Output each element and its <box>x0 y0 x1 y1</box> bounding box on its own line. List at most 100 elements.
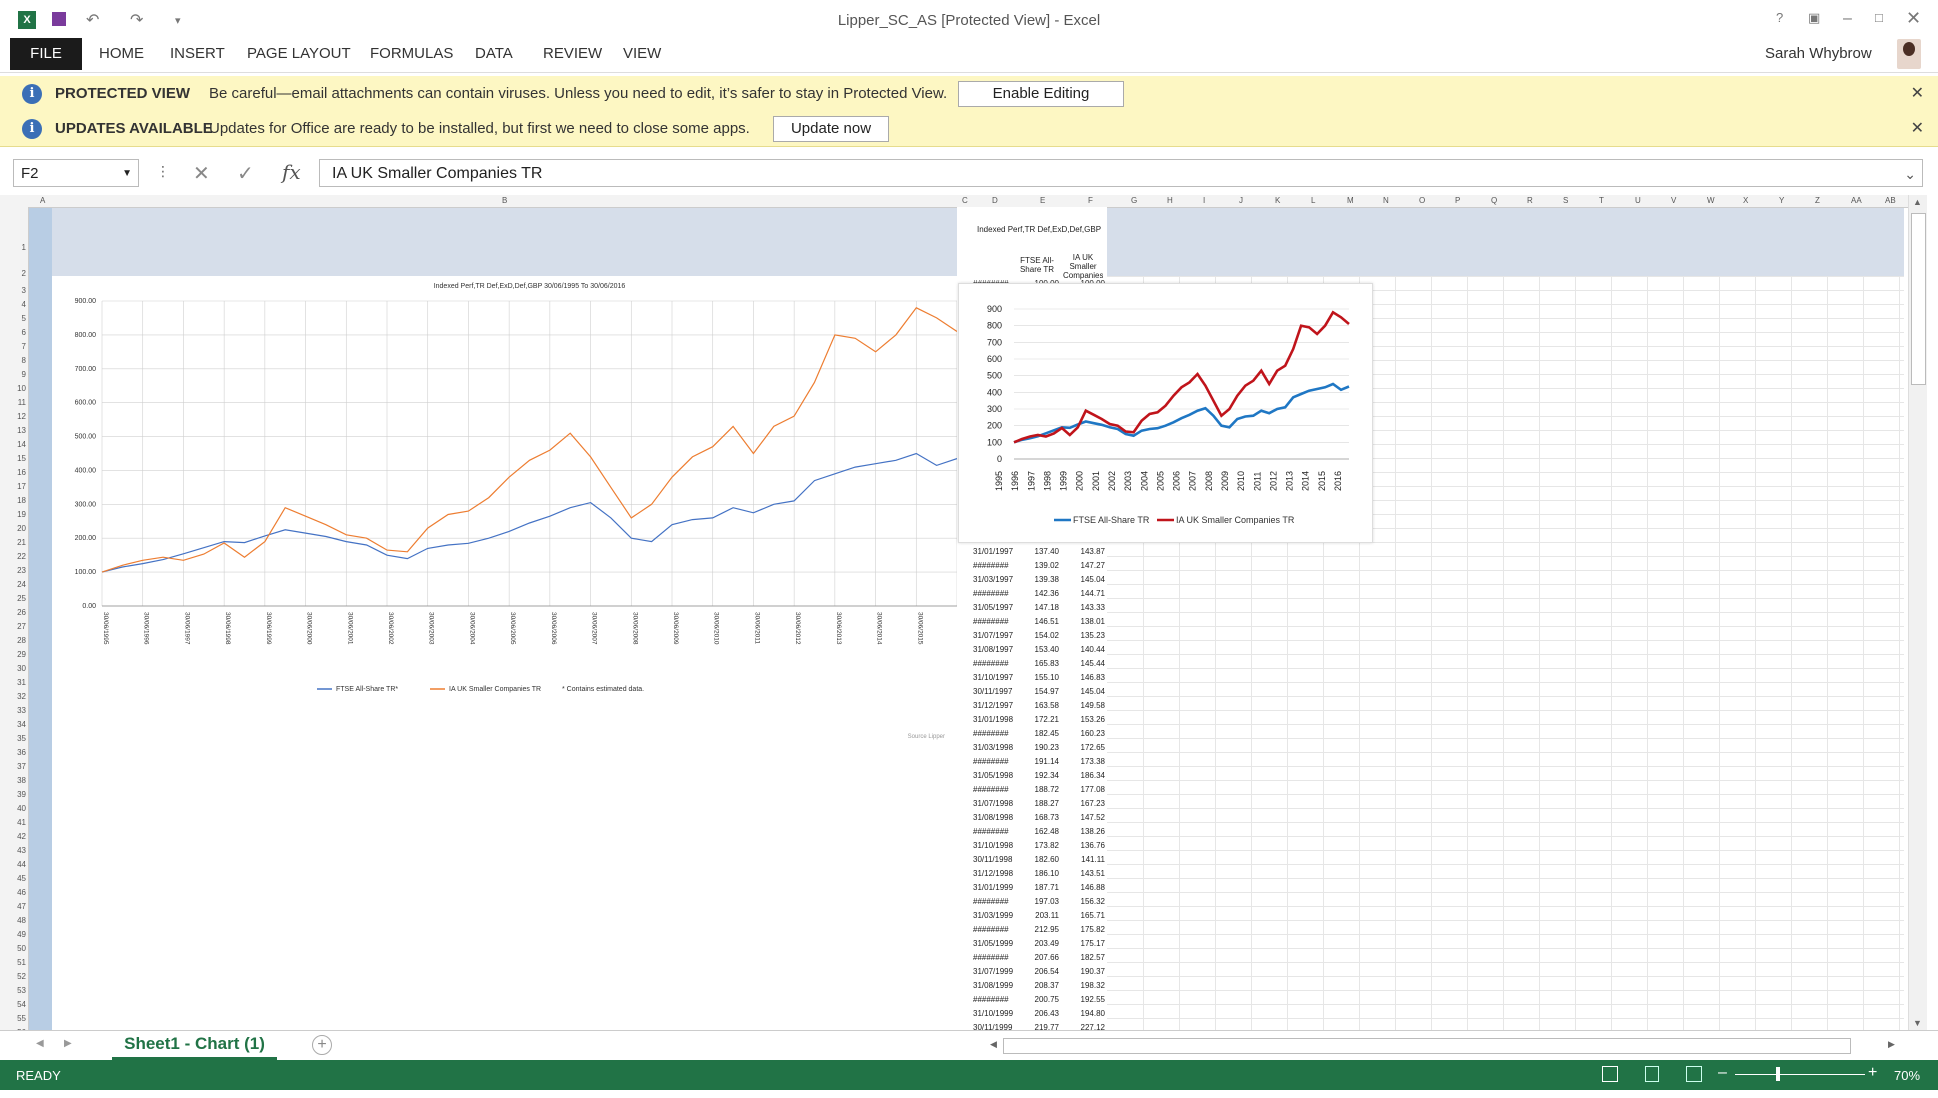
row-header[interactable]: 29 <box>0 650 26 659</box>
selected-column-a[interactable] <box>29 207 52 1030</box>
avatar[interactable] <box>1897 39 1921 69</box>
table-cell-smaller[interactable]: 145.04 <box>1055 575 1105 584</box>
table-cell-ftse[interactable]: 188.72 <box>1009 785 1059 794</box>
scroll-up-icon[interactable]: ▲ <box>1913 197 1922 207</box>
table-cell-smaller[interactable]: 182.57 <box>1055 953 1105 962</box>
table-cell-smaller[interactable]: 144.71 <box>1055 589 1105 598</box>
table-cell-smaller[interactable]: 173.38 <box>1055 757 1105 766</box>
row-header[interactable]: 33 <box>0 706 26 715</box>
table-cell-date[interactable]: 31/01/1999 <box>973 883 1013 892</box>
table-cell-ftse[interactable]: 142.36 <box>1009 589 1059 598</box>
enable-editing-button[interactable]: Enable Editing <box>958 81 1124 107</box>
row-header[interactable]: 5 <box>0 314 26 323</box>
row-header[interactable]: 55 <box>0 1014 26 1023</box>
page-layout-view-icon[interactable] <box>1645 1066 1659 1082</box>
table-cell-smaller[interactable]: 146.83 <box>1055 673 1105 682</box>
row-header[interactable]: 11 <box>0 398 26 407</box>
table-cell-ftse[interactable]: 208.37 <box>1009 981 1059 990</box>
table-cell-smaller[interactable]: 186.34 <box>1055 771 1105 780</box>
close-updates-bar-icon[interactable]: ✕ <box>1911 118 1924 138</box>
column-header[interactable]: J <box>1239 196 1243 205</box>
row-header[interactable]: 2 <box>0 269 26 278</box>
row-header[interactable]: 30 <box>0 664 26 673</box>
table-cell-ftse[interactable]: 139.38 <box>1009 575 1059 584</box>
row-header[interactable]: 34 <box>0 720 26 729</box>
table-cell-date[interactable]: 31/01/1997 <box>973 547 1013 556</box>
table-cell-date[interactable]: 31/10/1997 <box>973 673 1013 682</box>
table-cell-ftse[interactable]: 173.82 <box>1009 841 1059 850</box>
table-cell-ftse[interactable]: 168.73 <box>1009 813 1059 822</box>
table-cell-ftse[interactable]: 203.49 <box>1009 939 1059 948</box>
column-header[interactable]: N <box>1383 196 1389 205</box>
table-cell-ftse[interactable]: 186.10 <box>1009 869 1059 878</box>
minimize-icon[interactable]: – <box>1843 10 1852 28</box>
column-header[interactable]: D <box>992 196 998 205</box>
cancel-icon[interactable]: ✕ <box>193 161 210 186</box>
page-break-view-icon[interactable] <box>1686 1066 1702 1082</box>
scroll-right-icon[interactable]: ▶ <box>1888 1039 1895 1050</box>
row-header[interactable]: 10 <box>0 384 26 393</box>
row-header[interactable]: 4 <box>0 300 26 309</box>
row-header[interactable]: 49 <box>0 930 26 939</box>
column-header[interactable]: O <box>1419 196 1425 205</box>
row-header[interactable]: 31 <box>0 678 26 687</box>
row-header[interactable]: 53 <box>0 986 26 995</box>
table-cell-smaller[interactable]: 140.44 <box>1055 645 1105 654</box>
table-cell-smaller[interactable]: 153.26 <box>1055 715 1105 724</box>
row-header[interactable]: 39 <box>0 790 26 799</box>
chevron-down-icon[interactable]: ▼ <box>122 160 132 188</box>
table-cell-smaller[interactable]: 141.11 <box>1055 855 1105 864</box>
zoom-level[interactable]: 70% <box>1894 1068 1920 1083</box>
table-cell-ftse[interactable]: 191.14 <box>1009 757 1059 766</box>
table-cell-ftse[interactable]: 182.60 <box>1009 855 1059 864</box>
table-cell-date[interactable]: 31/08/1998 <box>973 813 1013 822</box>
table-cell-date[interactable]: 31/05/1997 <box>973 603 1013 612</box>
table-cell-date[interactable]: ######## <box>973 953 1013 962</box>
table-cell-ftse[interactable]: 200.75 <box>1009 995 1059 1004</box>
small-line-chart[interactable]: 900 800 700 600 500 400 300 200 100 0 1995 1996 1997… <box>958 283 1373 543</box>
table-cell-date[interactable]: 31/05/1998 <box>973 771 1013 780</box>
table-cell-ftse[interactable]: 154.02 <box>1009 631 1059 640</box>
row-header[interactable]: 21 <box>0 538 26 547</box>
table-cell-ftse[interactable]: 153.40 <box>1009 645 1059 654</box>
horizontal-scrollbar[interactable] <box>1003 1038 1851 1054</box>
column-header[interactable]: B <box>502 196 507 205</box>
column-header[interactable]: H <box>1167 196 1173 205</box>
row-header[interactable]: 32 <box>0 692 26 701</box>
table-cell-ftse[interactable]: 192.34 <box>1009 771 1059 780</box>
name-box[interactable]: F2 ▼ <box>13 159 139 187</box>
update-now-button[interactable]: Update now <box>773 116 889 142</box>
row-header[interactable]: 50 <box>0 944 26 953</box>
table-cell-smaller[interactable]: 192.55 <box>1055 995 1105 1004</box>
table-cell-smaller[interactable]: 143.33 <box>1055 603 1105 612</box>
column-header[interactable]: E <box>1040 196 1045 205</box>
tab-page-layout[interactable]: PAGE LAYOUT <box>247 45 351 62</box>
row-header[interactable]: 35 <box>0 734 26 743</box>
table-cell-ftse[interactable]: 190.23 <box>1009 743 1059 752</box>
column-header[interactable]: AB <box>1885 196 1896 205</box>
row-header[interactable]: 8 <box>0 356 26 365</box>
table-cell-smaller[interactable]: 145.04 <box>1055 687 1105 696</box>
column-header[interactable]: G <box>1131 196 1137 205</box>
formula-input[interactable]: IA UK Smaller Companies TR ⌄ <box>319 159 1923 187</box>
row-header[interactable]: 43 <box>0 846 26 855</box>
table-cell-date[interactable]: 31/03/1997 <box>973 575 1013 584</box>
column-header[interactable]: Q <box>1491 196 1497 205</box>
table-cell-date[interactable]: 31/12/1997 <box>973 701 1013 710</box>
row-header[interactable]: 52 <box>0 972 26 981</box>
table-cell-smaller[interactable]: 135.23 <box>1055 631 1105 640</box>
table-cell-date[interactable]: ######## <box>973 995 1013 1004</box>
table-cell-smaller[interactable]: 156.32 <box>1055 897 1105 906</box>
row-header[interactable]: 46 <box>0 888 26 897</box>
table-cell-date[interactable]: ######## <box>973 925 1013 934</box>
zoom-slider-thumb[interactable] <box>1776 1067 1780 1081</box>
zoom-out-icon[interactable]: – <box>1718 1064 1727 1082</box>
row-header[interactable]: 24 <box>0 580 26 589</box>
row-header[interactable]: 42 <box>0 832 26 841</box>
table-cell-ftse[interactable]: 165.83 <box>1009 659 1059 668</box>
column-header[interactable]: S <box>1563 196 1568 205</box>
table-cell-date[interactable]: ######## <box>973 897 1013 906</box>
table-cell-smaller[interactable]: 138.26 <box>1055 827 1105 836</box>
column-header[interactable]: X <box>1743 196 1748 205</box>
prev-sheet-icon[interactable]: ◀ <box>36 1038 44 1049</box>
